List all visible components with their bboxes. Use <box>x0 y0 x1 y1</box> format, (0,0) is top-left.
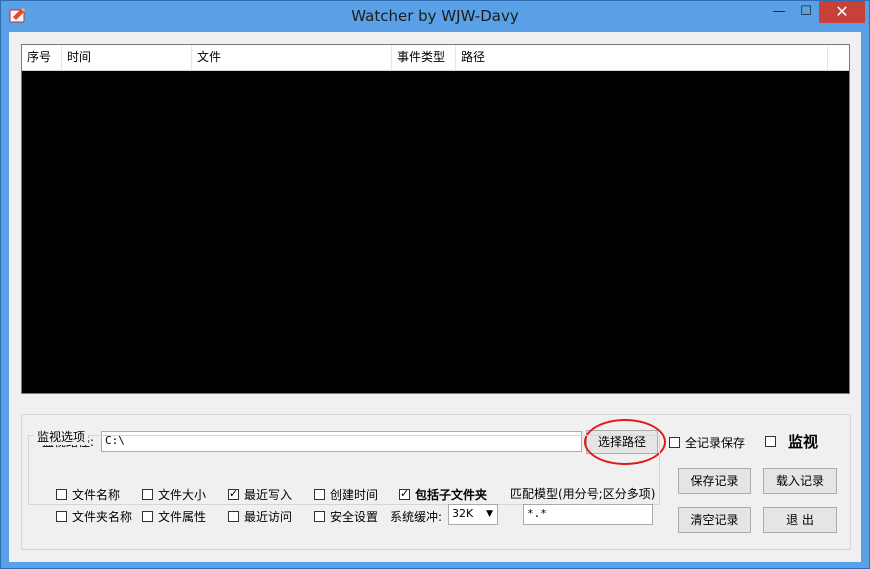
file-attr-label: 文件属性 <box>158 510 207 524</box>
app-window: Watcher by WJW-Davy — ☐ ✕ 序号 时间 文件 事件类型 … <box>0 0 870 569</box>
creation-time-checkbox[interactable]: 创建时间 <box>314 486 378 503</box>
buffer-value: 32K <box>452 507 474 520</box>
save-all-checkbox-box[interactable] <box>669 437 680 448</box>
include-subfolders-checkbox-box[interactable] <box>399 487 410 500</box>
column-header-file[interactable]: 文件 <box>192 45 392 70</box>
column-header-path[interactable]: 路径 <box>456 45 828 70</box>
include-subfolders-label: 包括子文件夹 <box>415 488 488 502</box>
buffer-label: 系统缓冲: <box>390 510 443 524</box>
file-name-label: 文件名称 <box>72 488 121 502</box>
save-log-button[interactable]: 保存记录 <box>678 468 751 494</box>
monitor-checkbox-box[interactable] <box>765 436 776 447</box>
security-checkbox[interactable]: 安全设置 <box>314 508 378 525</box>
creation-time-checkbox-box[interactable] <box>314 489 325 500</box>
titlebar[interactable]: Watcher by WJW-Davy — ☐ ✕ <box>1 1 869 31</box>
security-label: 安全设置 <box>330 510 379 524</box>
last-access-label: 最近访问 <box>244 510 293 524</box>
pattern-label: 匹配模型(用分号;区分多项) <box>510 487 656 501</box>
pattern-input[interactable]: *.* <box>523 504 653 525</box>
file-size-checkbox[interactable]: 文件大小 <box>142 486 206 503</box>
window-title: Watcher by WJW-Davy <box>351 7 519 25</box>
file-size-checkbox-box[interactable] <box>142 489 153 500</box>
last-write-checkbox-box[interactable] <box>228 487 239 500</box>
monitor-options-title: 监视选项 <box>34 428 89 445</box>
file-attr-checkbox[interactable]: 文件属性 <box>142 508 206 525</box>
column-header-event-type[interactable]: 事件类型 <box>392 45 456 70</box>
column-header-index[interactable]: 序号 <box>22 45 62 70</box>
file-name-checkbox-box[interactable] <box>56 489 67 500</box>
close-button[interactable]: ✕ <box>819 1 865 23</box>
last-write-label: 最近写入 <box>244 488 293 502</box>
event-list[interactable]: 序号 时间 文件 事件类型 路径 <box>21 44 850 394</box>
list-header: 序号 时间 文件 事件类型 路径 <box>22 45 849 71</box>
monitor-checkbox[interactable]: 监视 <box>765 431 818 452</box>
maximize-button[interactable]: ☐ <box>793 1 819 23</box>
file-size-label: 文件大小 <box>158 488 207 502</box>
file-name-checkbox[interactable]: 文件名称 <box>56 486 120 503</box>
folder-name-checkbox[interactable]: 文件夹名称 <box>56 508 132 525</box>
monitor-label: 监视 <box>788 433 819 451</box>
clear-log-button[interactable]: 清空记录 <box>678 507 751 533</box>
minimize-button[interactable]: — <box>765 1 793 23</box>
creation-time-label: 创建时间 <box>330 488 379 502</box>
column-header-time[interactable]: 时间 <box>62 45 192 70</box>
file-attr-checkbox-box[interactable] <box>142 511 153 522</box>
folder-name-label: 文件夹名称 <box>72 510 133 524</box>
save-all-label: 全记录保存 <box>685 436 746 450</box>
last-write-checkbox[interactable]: 最近写入 <box>228 486 292 503</box>
security-checkbox-box[interactable] <box>314 511 325 522</box>
include-subfolders-checkbox[interactable]: 包括子文件夹 <box>399 486 487 503</box>
save-all-checkbox[interactable]: 全记录保存 <box>669 434 745 451</box>
chevron-down-icon: ▼ <box>486 509 493 519</box>
last-access-checkbox[interactable]: 最近访问 <box>228 508 292 525</box>
exit-button[interactable]: 退 出 <box>763 507 837 533</box>
buffer-select[interactable]: 32K ▼ <box>448 504 498 525</box>
folder-name-checkbox-box[interactable] <box>56 511 67 522</box>
last-access-checkbox-box[interactable] <box>228 511 239 522</box>
load-log-button[interactable]: 载入记录 <box>763 468 837 494</box>
